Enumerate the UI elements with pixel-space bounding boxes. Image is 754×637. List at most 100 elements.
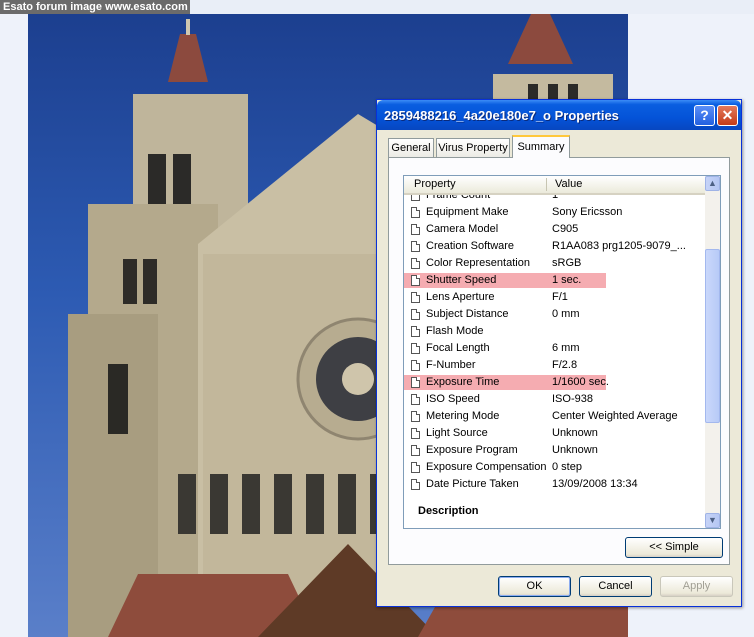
document-icon	[411, 326, 420, 337]
list-item[interactable]: F-Number F/2.8	[404, 357, 705, 374]
list-item[interactable]: Date Picture Taken 13/09/2008 13:34	[404, 476, 705, 493]
list-item[interactable]: Lens Aperture F/1	[404, 289, 705, 306]
list-item[interactable]: Camera Model C905	[404, 221, 705, 238]
properties-dialog: 2859488216_4a20e180e7_o Properties ? ✕ G…	[376, 99, 742, 607]
property-name: Lens Aperture	[426, 291, 495, 303]
property-value: 1/1600 sec.	[552, 376, 609, 388]
page-left-margin	[0, 14, 29, 637]
property-value: 0 step	[552, 461, 582, 473]
document-icon	[411, 343, 420, 354]
tab-summary[interactable]: Summary	[512, 135, 570, 158]
property-name: Date Picture Taken	[426, 478, 519, 490]
document-icon	[411, 292, 420, 303]
property-name: Flash Mode	[426, 325, 484, 337]
list-item[interactable]: Metering Mode Center Weighted Average	[404, 408, 705, 425]
document-icon	[411, 428, 420, 439]
list-item[interactable]: Exposure Program Unknown	[404, 442, 705, 459]
property-name: Exposure Time	[426, 376, 500, 388]
dialog-titlebar[interactable]: 2859488216_4a20e180e7_o Properties ? ✕	[377, 100, 741, 130]
property-value: Unknown	[552, 427, 598, 439]
tab-virus-property[interactable]: Virus Property	[436, 138, 510, 157]
list-item[interactable]: Equipment Make Sony Ericsson	[404, 204, 705, 221]
list-item[interactable]: Light Source Unknown	[404, 425, 705, 442]
scroll-down-icon[interactable]: ▼	[705, 513, 720, 528]
column-header-property[interactable]: Property	[414, 176, 456, 192]
document-icon	[411, 207, 420, 218]
property-name: Light Source	[426, 427, 488, 439]
property-value: F/2.8	[552, 359, 578, 371]
ok-button[interactable]: OK	[498, 576, 571, 597]
list-header: Property Value	[404, 176, 705, 195]
property-value: C905	[552, 223, 579, 235]
property-name: Exposure Compensation	[426, 461, 547, 473]
tab-general[interactable]: General	[388, 138, 434, 157]
list-item[interactable]: Subject Distance 0 mm	[404, 306, 705, 323]
property-name: Equipment Make	[426, 206, 509, 218]
document-icon	[411, 377, 420, 388]
property-name: Metering Mode	[426, 410, 500, 422]
property-name: Camera Model	[426, 223, 499, 235]
property-name: Focal Length	[426, 342, 490, 354]
list-item[interactable]: Flash Mode	[404, 323, 705, 340]
property-value: ISO-938	[552, 393, 593, 405]
document-icon	[411, 411, 420, 422]
dialog-title: 2859488216_4a20e180e7_o Properties	[384, 108, 619, 123]
property-name: Exposure Program	[426, 444, 518, 456]
document-icon	[411, 241, 420, 252]
close-icon[interactable]: ✕	[717, 105, 738, 126]
document-icon	[411, 360, 420, 371]
scroll-up-icon[interactable]: ▲	[705, 176, 720, 191]
list-item[interactable]: Creation Software R1AA083 prg1205-9079_..…	[404, 238, 705, 255]
document-icon	[411, 309, 420, 320]
document-icon	[411, 258, 420, 269]
property-value: 13/09/2008 13:34	[552, 478, 638, 490]
list-item[interactable]: Shutter Speed 1 sec.	[404, 272, 705, 289]
simple-button[interactable]: << Simple	[625, 537, 723, 558]
help-icon[interactable]: ?	[694, 105, 715, 126]
list-item[interactable]: Exposure Time 1/1600 sec.	[404, 374, 705, 391]
document-icon	[411, 195, 420, 201]
property-value: 0 mm	[552, 308, 580, 320]
property-name: Creation Software	[426, 240, 515, 252]
section-description: Description	[404, 503, 705, 520]
list-item[interactable]: Frame Count 1	[404, 195, 705, 204]
property-value: 1	[552, 195, 559, 201]
property-value: F/1	[552, 291, 568, 303]
left-spire-roof	[168, 34, 208, 82]
list-item[interactable]: Focal Length 6 mm	[404, 340, 705, 357]
property-value: Sony Ericsson	[552, 206, 623, 218]
property-name: Subject Distance	[426, 308, 509, 320]
list-item[interactable]: Exposure Compensation 0 step	[404, 459, 705, 476]
scroll-thumb[interactable]	[705, 249, 720, 423]
property-name: Color Representation	[426, 257, 530, 269]
property-value: 1 sec.	[552, 274, 582, 286]
property-value: Center Weighted Average	[552, 410, 678, 422]
column-divider[interactable]	[546, 178, 547, 191]
property-name: Frame Count	[426, 195, 491, 201]
document-icon	[411, 445, 420, 456]
property-value: sRGB	[552, 257, 582, 269]
apply-button[interactable]: Apply	[660, 576, 733, 597]
property-rows: Frame Count 1 Equipment Make Sony Ericsson C…	[404, 195, 705, 528]
list-item[interactable]: Color Representation sRGB	[404, 255, 705, 272]
property-value: R1AA083 prg1205-9079_...	[552, 240, 686, 252]
property-value: Unknown	[552, 444, 598, 456]
document-icon	[411, 479, 420, 490]
document-icon	[411, 462, 420, 473]
property-list[interactable]: Property Value Frame Count 1 Equipment Mak…	[403, 175, 721, 529]
summary-panel: Property Value Frame Count 1 Equipment Mak…	[388, 157, 730, 565]
property-name: Shutter Speed	[426, 274, 497, 286]
document-icon	[411, 224, 420, 235]
property-value: 6 mm	[552, 342, 580, 354]
document-icon	[411, 394, 420, 405]
section-label: Description	[418, 505, 479, 517]
property-name: ISO Speed	[426, 393, 480, 405]
list-item[interactable]: ISO Speed ISO-938	[404, 391, 705, 408]
property-name: F-Number	[426, 359, 476, 371]
right-spire-roof	[508, 14, 573, 64]
column-header-value[interactable]: Value	[555, 176, 582, 192]
forum-banner: Esato forum image www.esato.com	[0, 0, 190, 14]
cancel-button[interactable]: Cancel	[579, 576, 652, 597]
list-scrollbar[interactable]: ▲ ▼	[705, 176, 720, 528]
document-icon	[411, 275, 420, 286]
